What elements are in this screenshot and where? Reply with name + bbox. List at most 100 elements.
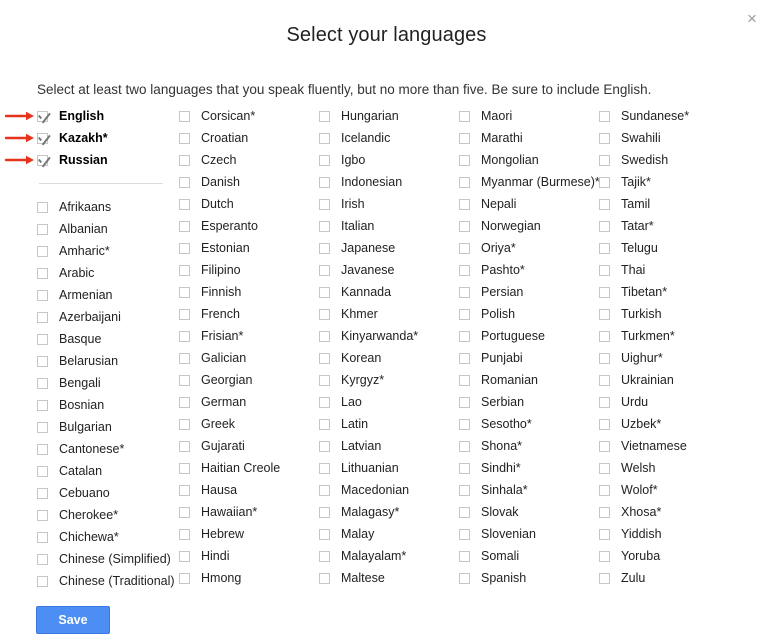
checkbox-icon[interactable] [599, 330, 610, 342]
checkbox-icon[interactable] [459, 418, 470, 430]
language-row[interactable]: Catalan [37, 460, 179, 482]
checkbox-icon[interactable] [37, 487, 48, 499]
checkbox-icon[interactable] [37, 443, 48, 455]
language-row[interactable]: Kannada [319, 281, 461, 303]
checkbox-icon[interactable] [37, 267, 48, 279]
checkbox-icon[interactable] [599, 484, 610, 496]
language-row[interactable]: Japanese [319, 237, 461, 259]
language-row[interactable]: Hindi [179, 545, 321, 567]
language-row[interactable]: Macedonian [319, 479, 461, 501]
language-row[interactable]: Igbo [319, 149, 461, 171]
checkbox-icon[interactable] [319, 506, 330, 518]
checkbox-icon[interactable] [319, 572, 330, 584]
language-row[interactable]: Zulu [599, 567, 741, 589]
checkbox-icon[interactable] [459, 352, 470, 364]
checkbox-icon[interactable] [179, 308, 190, 320]
checkbox-icon[interactable] [319, 176, 330, 188]
checkbox-icon[interactable] [179, 550, 190, 562]
checkbox-icon[interactable] [599, 286, 610, 298]
language-row[interactable]: Afrikaans [37, 196, 179, 218]
checkbox-icon[interactable] [599, 572, 610, 584]
language-row[interactable]: Korean [319, 347, 461, 369]
language-row[interactable]: Javanese [319, 259, 461, 281]
language-row[interactable]: Khmer [319, 303, 461, 325]
language-row[interactable]: Dutch [179, 193, 321, 215]
language-row[interactable]: Swedish [599, 149, 741, 171]
checkbox-icon[interactable] [599, 308, 610, 320]
language-row[interactable]: Basque [37, 328, 179, 350]
checkbox-icon[interactable] [179, 132, 190, 144]
language-row[interactable]: Hmong [179, 567, 321, 589]
checkbox-icon[interactable] [599, 264, 610, 276]
checkbox-icon[interactable] [319, 462, 330, 474]
language-row[interactable]: Welsh [599, 457, 741, 479]
language-row[interactable]: Somali [459, 545, 601, 567]
checkbox-icon[interactable] [459, 198, 470, 210]
checkbox-icon[interactable] [459, 154, 470, 166]
checkbox-icon[interactable] [459, 132, 470, 144]
checkbox-icon[interactable] [37, 377, 48, 389]
checkbox-icon[interactable] [37, 223, 48, 235]
checkbox-icon[interactable] [319, 132, 330, 144]
language-row[interactable]: Tajik* [599, 171, 741, 193]
language-row[interactable]: Malay [319, 523, 461, 545]
checkbox-icon[interactable] [179, 396, 190, 408]
language-row[interactable]: Belarusian [37, 350, 179, 372]
checkbox-icon[interactable] [179, 528, 190, 540]
language-row[interactable]: Galician [179, 347, 321, 369]
checkbox-icon[interactable] [179, 352, 190, 364]
language-row[interactable]: Sindhi* [459, 457, 601, 479]
language-row[interactable]: Mongolian [459, 149, 601, 171]
checkbox-icon[interactable] [179, 506, 190, 518]
language-row[interactable]: Hungarian [319, 105, 461, 127]
language-row[interactable]: Chinese (Traditional) [37, 570, 179, 592]
checkbox-icon[interactable] [459, 242, 470, 254]
language-row[interactable]: Portuguese [459, 325, 601, 347]
language-row[interactable]: Azerbaijani [37, 306, 179, 328]
checkbox-icon[interactable] [599, 440, 610, 452]
checkbox-icon[interactable] [319, 352, 330, 364]
checkbox-icon[interactable] [319, 418, 330, 430]
checkbox-icon[interactable] [459, 550, 470, 562]
checkbox-icon[interactable] [599, 220, 610, 232]
checkbox-icon[interactable] [179, 110, 190, 122]
language-row[interactable]: Kyrgyz* [319, 369, 461, 391]
checkbox-icon[interactable] [459, 110, 470, 122]
checkbox-icon[interactable] [319, 154, 330, 166]
language-row[interactable]: Esperanto [179, 215, 321, 237]
language-row[interactable]: Punjabi [459, 347, 601, 369]
language-row[interactable]: Vietnamese [599, 435, 741, 457]
language-row[interactable]: Sundanese* [599, 105, 741, 127]
checkbox-icon[interactable] [319, 396, 330, 408]
language-row[interactable]: Amharic* [37, 240, 179, 262]
checkbox-icon[interactable] [37, 201, 48, 213]
language-row[interactable]: Oriya* [459, 237, 601, 259]
language-row[interactable]: Gujarati [179, 435, 321, 457]
checkbox-icon[interactable] [37, 509, 48, 521]
language-row[interactable]: Arabic [37, 262, 179, 284]
checkbox-icon[interactable] [459, 308, 470, 320]
checkbox-icon[interactable] [599, 528, 610, 540]
language-row[interactable]: Sesotho* [459, 413, 601, 435]
checkbox-icon[interactable] [319, 484, 330, 496]
language-row[interactable]: Filipino [179, 259, 321, 281]
checkbox-icon[interactable] [319, 198, 330, 210]
language-row[interactable]: Czech [179, 149, 321, 171]
language-row[interactable]: Ukrainian [599, 369, 741, 391]
language-row[interactable]: Chichewa* [37, 526, 179, 548]
language-row[interactable]: Slovenian [459, 523, 601, 545]
language-row[interactable]: German [179, 391, 321, 413]
checkbox-icon[interactable] [599, 110, 610, 122]
language-row[interactable]: Serbian [459, 391, 601, 413]
language-row[interactable]: Tatar* [599, 215, 741, 237]
language-row[interactable]: Cebuano [37, 482, 179, 504]
language-row[interactable]: Turkish [599, 303, 741, 325]
checkbox-icon[interactable] [179, 330, 190, 342]
language-row[interactable]: Russian [37, 149, 179, 171]
checkbox-icon[interactable] [319, 110, 330, 122]
checkbox-icon[interactable] [179, 264, 190, 276]
checkbox-icon[interactable] [459, 176, 470, 188]
language-row[interactable]: Icelandic [319, 127, 461, 149]
checkbox-icon[interactable] [319, 528, 330, 540]
language-row[interactable]: Uighur* [599, 347, 741, 369]
